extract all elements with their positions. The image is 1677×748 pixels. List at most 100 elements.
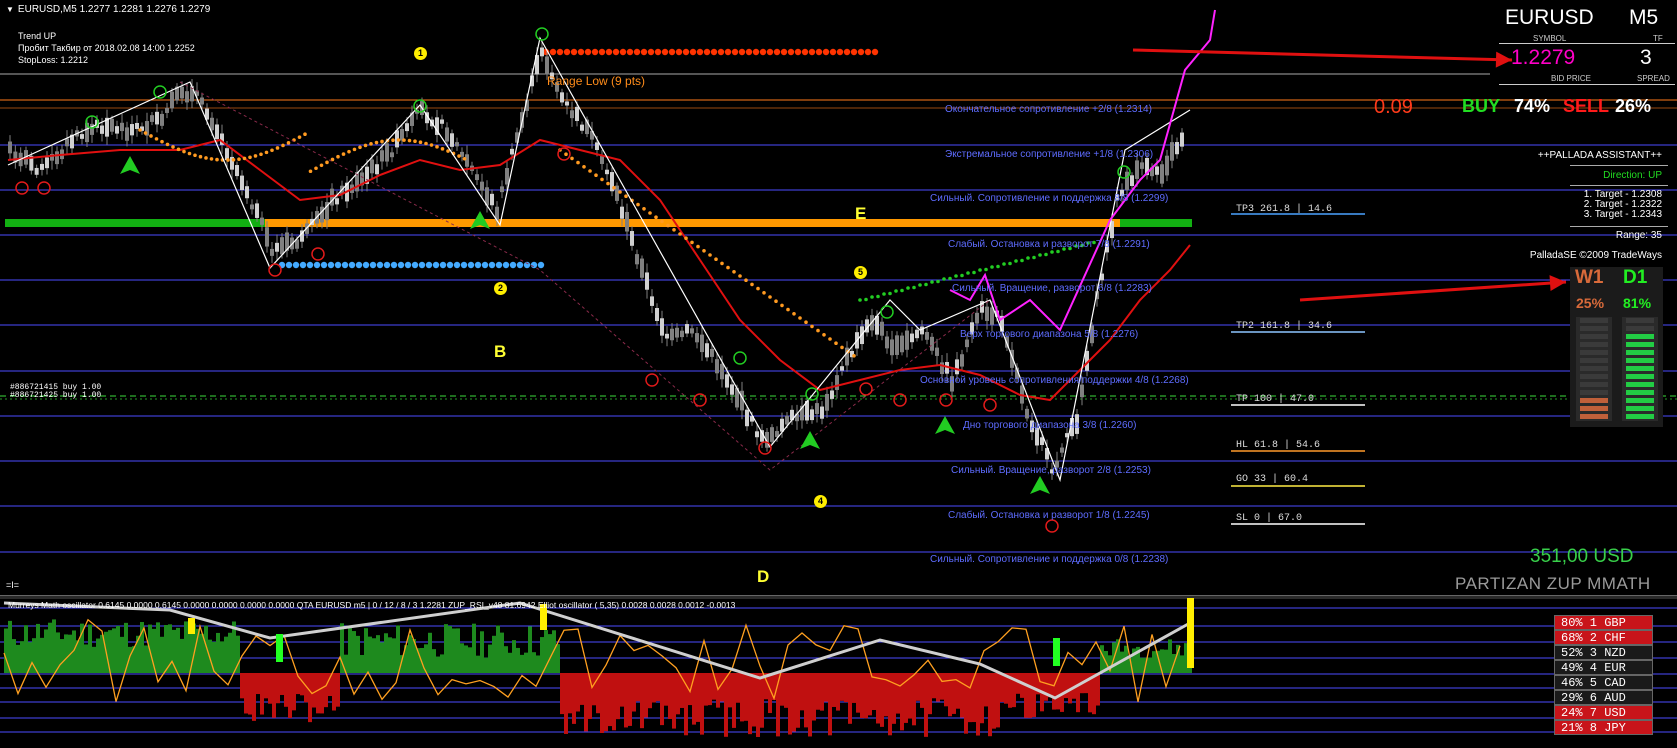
collapse-icon[interactable]: ▼ <box>6 5 14 14</box>
oscillator-bar <box>508 652 512 673</box>
oscillator-bar <box>184 621 188 673</box>
oscillator-bar <box>644 673 648 718</box>
trailing-stop-dot <box>660 219 664 224</box>
oscillator-bar <box>700 673 704 735</box>
candle-body <box>825 393 829 411</box>
trailing-stop-dot <box>149 134 153 138</box>
trailing-stop-dot <box>374 140 379 145</box>
trailing-stop-dot <box>424 141 428 146</box>
indicator-brand: PARTIZAN ZUP MMATH <box>1455 574 1651 593</box>
oscillator-bar <box>60 639 64 673</box>
candle-body <box>375 164 379 175</box>
candle-body <box>405 123 409 132</box>
oscillator-bar <box>536 655 540 673</box>
candle-body <box>55 151 59 165</box>
range-dot <box>432 261 440 269</box>
oscillator-bar <box>512 640 516 673</box>
oscillator-bar <box>616 673 620 720</box>
resistance-zone-bar <box>265 219 1120 227</box>
oscillator-bar <box>696 673 700 722</box>
trailing-stop-dot <box>888 291 892 296</box>
price-chart[interactable] <box>0 0 1677 595</box>
oscillator-bar <box>896 673 900 714</box>
oscillator-bar <box>112 628 116 673</box>
candle-body <box>570 110 574 119</box>
trailing-stop-dot <box>303 132 307 137</box>
trailing-stop-dot <box>215 157 219 162</box>
oscillator-bar <box>992 673 996 729</box>
candle-body <box>245 186 249 199</box>
oscillator-bar <box>648 673 652 709</box>
candle-body <box>505 168 509 185</box>
trailing-stop-dot <box>429 143 434 147</box>
candle-body <box>695 333 699 343</box>
range-dot <box>390 261 398 269</box>
assistant-range: Range: 35 <box>1615 230 1662 241</box>
pivot-low-marker <box>268 263 282 277</box>
candle-body <box>270 248 274 256</box>
oscillator-bar <box>928 673 932 715</box>
range-dot <box>584 48 592 56</box>
range-dot <box>808 48 816 56</box>
candle-body <box>540 47 544 57</box>
oscillator-bar <box>484 657 488 673</box>
candle-body <box>895 335 899 355</box>
range-dot <box>334 261 342 269</box>
trailing-stop-dot <box>582 165 586 169</box>
wave-number-4: 4 <box>814 495 827 508</box>
oscillator-chart[interactable] <box>0 598 1677 748</box>
trailing-stop-dot <box>978 268 982 272</box>
oscillator-bar <box>720 673 724 702</box>
candle-body <box>595 142 599 151</box>
oscillator-bar <box>20 641 24 673</box>
trailing-stop-dot <box>822 333 826 337</box>
trailing-stop-dot <box>702 249 706 253</box>
range-dot <box>745 48 753 56</box>
oscillator-bar <box>48 622 52 673</box>
oscillator-bar <box>1164 649 1168 673</box>
trailing-stop-dot <box>918 283 922 287</box>
murrey-level-label: Основной уровень сопротивления/поддержки… <box>920 375 1189 386</box>
range-dot <box>724 48 732 56</box>
range-dot <box>843 48 851 56</box>
trailing-stop-dot <box>369 142 373 146</box>
currency-strength-table: 80% 1 GBP 68% 2 CHF 52% 3 NZD 49% 4 EUR 46% … <box>1554 615 1653 735</box>
oscillator-bar <box>788 673 792 735</box>
trailing-stop-dot <box>606 181 610 186</box>
oscillator-bar <box>920 673 924 708</box>
oscillator-bar <box>216 632 220 673</box>
trailing-stop-dot <box>1056 249 1060 254</box>
oscillator-bar <box>784 673 788 708</box>
candle-body <box>475 174 479 181</box>
trailing-stop-dot <box>786 307 790 312</box>
candle-body <box>34 167 39 175</box>
pivot-low-marker <box>983 398 997 412</box>
trailing-stop-dot <box>906 286 910 290</box>
symbol-caption: SYMBOL <box>1533 34 1567 43</box>
trailing-stop-dot <box>744 278 748 283</box>
oscillator-bar <box>476 655 480 673</box>
candle-body <box>110 118 114 132</box>
trailing-stop-dot <box>990 265 994 269</box>
pivot-low-marker <box>311 247 325 261</box>
trailing-stop-dot <box>182 149 186 154</box>
oscillator-bar <box>376 635 380 673</box>
sell-percent: 26% <box>1615 96 1652 116</box>
trailing-stop-dot <box>1020 258 1024 263</box>
candle-body <box>705 343 709 358</box>
oscillator-bar <box>872 673 876 710</box>
trailing-stop-dot <box>231 157 236 162</box>
position-label[interactable]: #886721425 buy 1.00 <box>10 391 101 400</box>
oscillator-bar <box>964 673 968 734</box>
candle-body <box>650 296 654 306</box>
candle-body <box>385 143 389 162</box>
oscillator-bar <box>660 673 664 726</box>
range-dot <box>850 48 858 56</box>
oscillator-bar <box>564 673 568 734</box>
signal-bar <box>1053 638 1060 666</box>
oscillator-bar <box>532 652 536 673</box>
trend-info: Trend UP Пробит Такбир от 2018.02.08 14:… <box>18 30 195 66</box>
trailing-stop-dot <box>714 257 718 262</box>
pivot-low-marker <box>37 181 51 195</box>
candle-body <box>235 165 239 177</box>
